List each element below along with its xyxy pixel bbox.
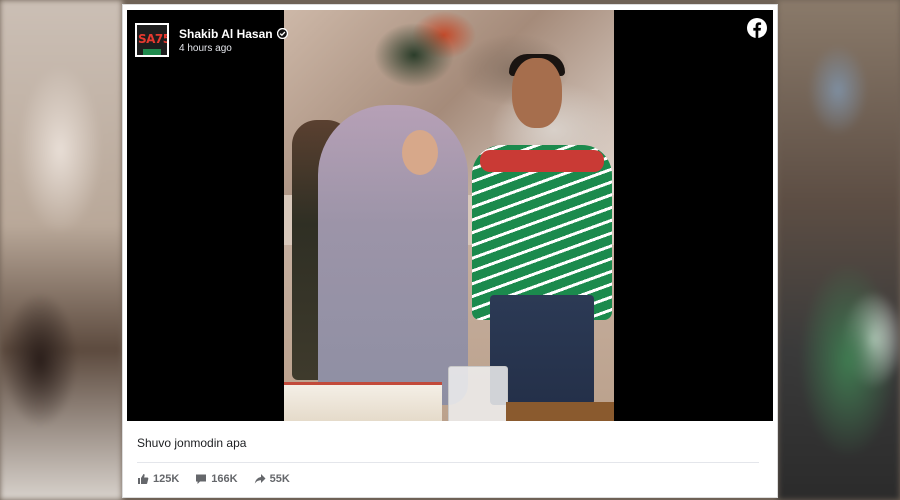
post-photo[interactable]	[284, 10, 614, 421]
verified-badge-icon	[276, 28, 288, 39]
comment-icon	[196, 474, 207, 484]
photo-face-left	[402, 130, 438, 175]
comment-count-button[interactable]: 166K	[195, 473, 238, 485]
post-header: SA75 Shakib Al Hasan 4 hours ago	[135, 18, 288, 62]
share-count: 55K	[269, 473, 290, 485]
avatar-stripe	[143, 49, 161, 55]
photo-table	[506, 402, 614, 421]
post-header-text: Shakib Al Hasan 4 hours ago	[179, 27, 288, 54]
page-name-row: Shakib Al Hasan	[179, 27, 288, 41]
blurred-backdrop-right	[778, 0, 900, 500]
share-arrow-icon	[254, 474, 266, 484]
photo-person-left	[318, 105, 468, 405]
page-name-link[interactable]: Shakib Al Hasan	[179, 27, 273, 41]
facebook-icon[interactable]	[747, 18, 767, 38]
facebook-post-card: SA75 Shakib Al Hasan 4 hours ago Shuvo j…	[122, 4, 778, 498]
avatar-logo-text: SA75	[138, 32, 169, 46]
thumbs-up-icon	[138, 474, 149, 484]
post-media[interactable]: SA75 Shakib Al Hasan 4 hours ago	[127, 10, 773, 421]
share-count-button[interactable]: 55K	[254, 473, 290, 485]
photo-tissue-box	[448, 366, 508, 421]
like-count: 125K	[153, 473, 180, 485]
engagement-bar: 125K 166K 55K	[137, 471, 306, 487]
photo-jersey-collar	[480, 150, 604, 172]
blurred-backdrop-left	[0, 0, 122, 500]
photo-cake	[284, 382, 442, 421]
post-caption: Shuvo jonmodin apa	[137, 436, 247, 450]
comment-count: 166K	[211, 473, 238, 485]
photo-face-right	[512, 58, 562, 128]
like-count-button[interactable]: 125K	[137, 473, 179, 485]
avatar[interactable]: SA75	[135, 23, 169, 57]
post-timestamp-link[interactable]: 4 hours ago	[179, 43, 288, 54]
divider	[137, 462, 759, 463]
